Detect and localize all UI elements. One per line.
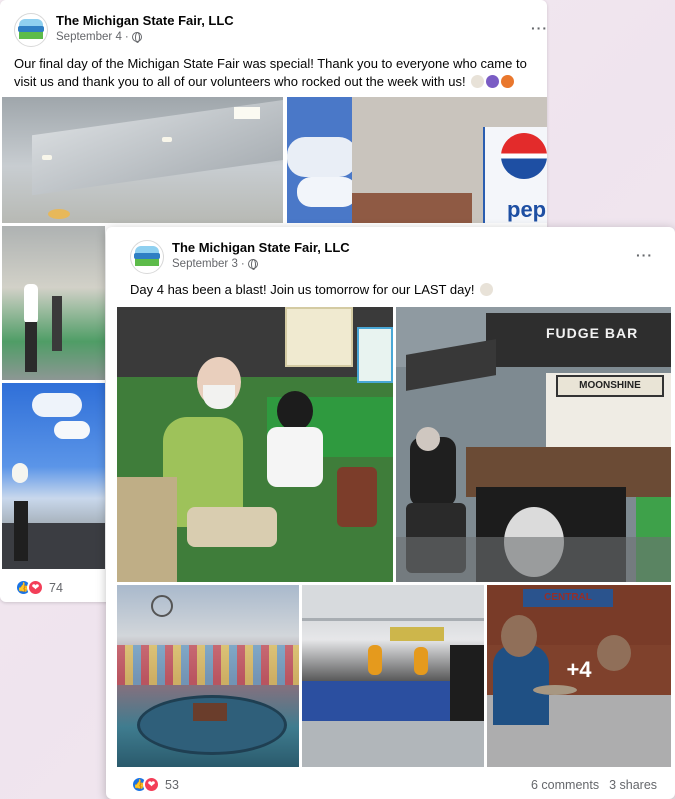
post-photo-pie-eating-contest[interactable]: CENTRAL +4	[487, 585, 671, 767]
page-avatar[interactable]	[14, 13, 48, 47]
moonshine-sign: MOONSHINE	[556, 375, 664, 397]
page-avatar[interactable]	[130, 240, 164, 274]
post-card-september-3: The Michigan State Fair, LLC September 3…	[106, 227, 675, 799]
post-header: The Michigan State Fair, LLC September 4…	[14, 13, 234, 47]
engagement-stats: 6 comments 3 shares	[531, 778, 657, 792]
page-name[interactable]: The Michigan State Fair, LLC	[56, 13, 234, 29]
post-date[interactable]: September 3	[172, 256, 238, 272]
comments-count-link[interactable]: 6 comments	[531, 778, 599, 792]
post-photo-convention-hall[interactable]	[2, 97, 283, 223]
post-photo-midway[interactable]	[2, 383, 105, 569]
post-header: The Michigan State Fair, LLC September 3…	[130, 240, 350, 274]
post-message: Day 4 has been a blast! Join us tomorrow…	[130, 281, 660, 299]
globe-icon	[131, 32, 142, 43]
love-icon: ❤	[27, 579, 44, 596]
post-photo-stage[interactable]	[302, 585, 484, 767]
more-photos-count[interactable]: +4	[487, 657, 671, 683]
reaction-count: 74	[49, 580, 63, 595]
disco-ball-icon	[471, 75, 485, 88]
more-options-icon[interactable]: ···	[531, 20, 547, 36]
post-date[interactable]: September 4	[56, 29, 122, 45]
fudge-bar-sign: FUDGE BAR	[546, 325, 639, 341]
post-message: Our final day of the Michigan State Fair…	[14, 56, 527, 89]
post-photo-crowd[interactable]	[2, 226, 105, 380]
reactions-summary[interactable]: 👍 ❤ 53	[131, 776, 179, 793]
post-photo-fudge-bar[interactable]: FUDGE BAR MOONSHINE	[396, 307, 671, 582]
disco-ball-icon	[480, 283, 494, 296]
post-photo-pool-show[interactable]	[117, 585, 299, 767]
pepsi-sign-text: pep	[507, 197, 547, 222]
reactions-summary[interactable]: 👍 ❤ 74	[15, 579, 63, 596]
shares-count-link[interactable]: 3 shares	[609, 778, 657, 792]
more-options-icon[interactable]: ···	[636, 247, 653, 263]
page-name[interactable]: The Michigan State Fair, LLC	[172, 240, 350, 256]
globe-icon	[247, 259, 258, 270]
post-photo-face-painting[interactable]	[117, 307, 393, 582]
love-icon: ❤	[143, 776, 160, 793]
juggler-icon	[486, 75, 500, 88]
reaction-count: 53	[165, 777, 179, 792]
circus-tent-icon	[501, 75, 515, 88]
post-photo-pepsi-building[interactable]: pep	[287, 97, 547, 223]
